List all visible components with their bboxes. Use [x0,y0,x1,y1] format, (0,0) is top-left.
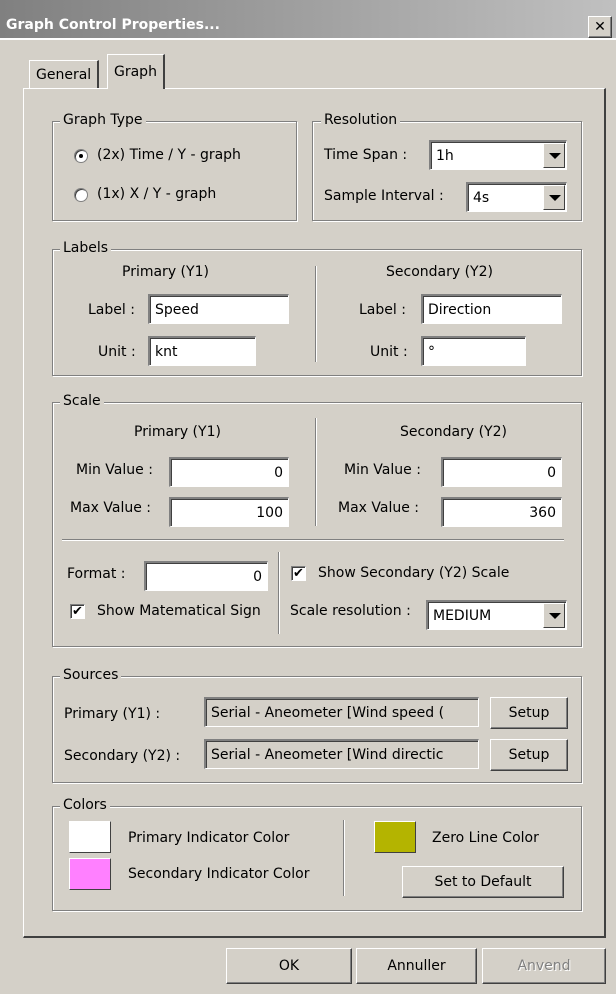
secondary-color-label: Secondary Indicator Color [128,866,310,882]
tab-graph[interactable]: Graph [107,54,165,89]
set-default-button[interactable]: Set to Default [402,866,564,898]
radio-time-y-label: (2x) Time / Y - graph [97,147,241,163]
labels-secondary-heading: Secondary (Y2) [386,264,493,280]
labels-divider [315,266,317,362]
radio-x-y[interactable] [74,188,88,202]
radio-time-y[interactable] [74,149,88,163]
close-icon: ✕ [594,19,606,35]
secondary-setup-button[interactable]: Setup [490,739,568,771]
time-span-label: Time Span : [324,147,408,163]
secondary-color-swatch[interactable] [69,858,111,890]
radio-x-y-label: (1x) X / Y - graph [97,186,217,202]
primary-source-field: Serial - Aneometer [Wind speed ( [204,697,479,727]
chevron-down-icon[interactable] [543,185,565,210]
format-label: Format : [67,566,126,582]
chevron-down-icon[interactable] [543,603,565,628]
time-span-select[interactable]: 1h [429,140,567,170]
secondary-unit-input[interactable]: ° [421,336,526,366]
primary-label-input[interactable]: Speed [148,294,289,324]
primary-source-label: Primary (Y1) : [64,706,161,722]
sample-interval-value: 4s [473,190,490,206]
primary-unit-input[interactable]: knt [148,336,256,366]
scale-hsep [62,539,564,541]
secondary-unit-label: Unit : [370,344,408,360]
window-title: Graph Control Properties... [6,17,220,33]
sample-interval-select[interactable]: 4s [466,182,567,212]
graph-type-group [52,121,297,221]
colors-title: Colors [60,797,110,813]
resolution-title: Resolution [321,112,401,128]
labels-primary-heading: Primary (Y1) [122,264,209,280]
cancel-button[interactable]: Annuller [356,948,477,984]
primary-min-input[interactable]: 0 [169,457,289,487]
primary-color-swatch[interactable] [69,821,111,853]
ok-button[interactable]: OK [226,948,352,984]
scale-resolution-label: Scale resolution : [290,603,411,619]
check-icon: ✔ [72,604,83,619]
format-input[interactable]: 0 [144,561,268,591]
secondary-source-label: Secondary (Y2) : [64,748,181,764]
secondary-max-input[interactable]: 360 [441,497,562,527]
scale-resolution-select[interactable]: MEDIUM [426,600,567,630]
show-sign-checkbox[interactable]: ✔ [70,604,85,619]
sources-title: Sources [60,667,122,683]
primary-min-label: Min Value : [76,462,153,478]
apply-button[interactable]: Anvend [482,948,606,984]
scale-primary-heading: Primary (Y1) [134,424,221,440]
primary-unit-label: Unit : [98,344,136,360]
colors-divider [343,820,345,896]
secondary-label-input[interactable]: Direction [421,294,562,324]
time-span-value: 1h [436,148,454,164]
scale-title: Scale [60,393,104,409]
primary-max-label: Max Value : [70,500,152,516]
zero-color-label: Zero Line Color [432,830,539,846]
chevron-down-icon[interactable] [543,143,565,168]
secondary-min-label: Min Value : [344,462,421,478]
show-sign-label: Show Matematical Sign [97,603,261,619]
sample-interval-label: Sample Interval : [324,188,444,204]
secondary-min-input[interactable]: 0 [441,457,562,487]
scale-divider [315,418,317,526]
labels-title: Labels [60,240,112,256]
show-secondary-label: Show Secondary (Y2) Scale [318,565,510,581]
close-button[interactable]: ✕ [588,16,612,38]
check-icon: ✔ [293,566,304,581]
primary-color-label: Primary Indicator Color [128,830,290,846]
secondary-label-label: Label : [359,302,406,318]
primary-max-input[interactable]: 100 [169,497,289,527]
secondary-max-label: Max Value : [338,500,420,516]
primary-setup-button[interactable]: Setup [490,697,568,729]
primary-label-label: Label : [88,302,135,318]
format-divider [278,552,280,634]
zero-color-swatch[interactable] [374,821,416,853]
scale-resolution-value: MEDIUM [433,608,492,624]
secondary-source-field: Serial - Aneometer [Wind directic [204,739,479,769]
show-secondary-checkbox[interactable]: ✔ [291,566,306,581]
graph-type-title: Graph Type [60,112,146,128]
tab-general[interactable]: General [29,60,100,88]
scale-secondary-heading: Secondary (Y2) [400,424,507,440]
